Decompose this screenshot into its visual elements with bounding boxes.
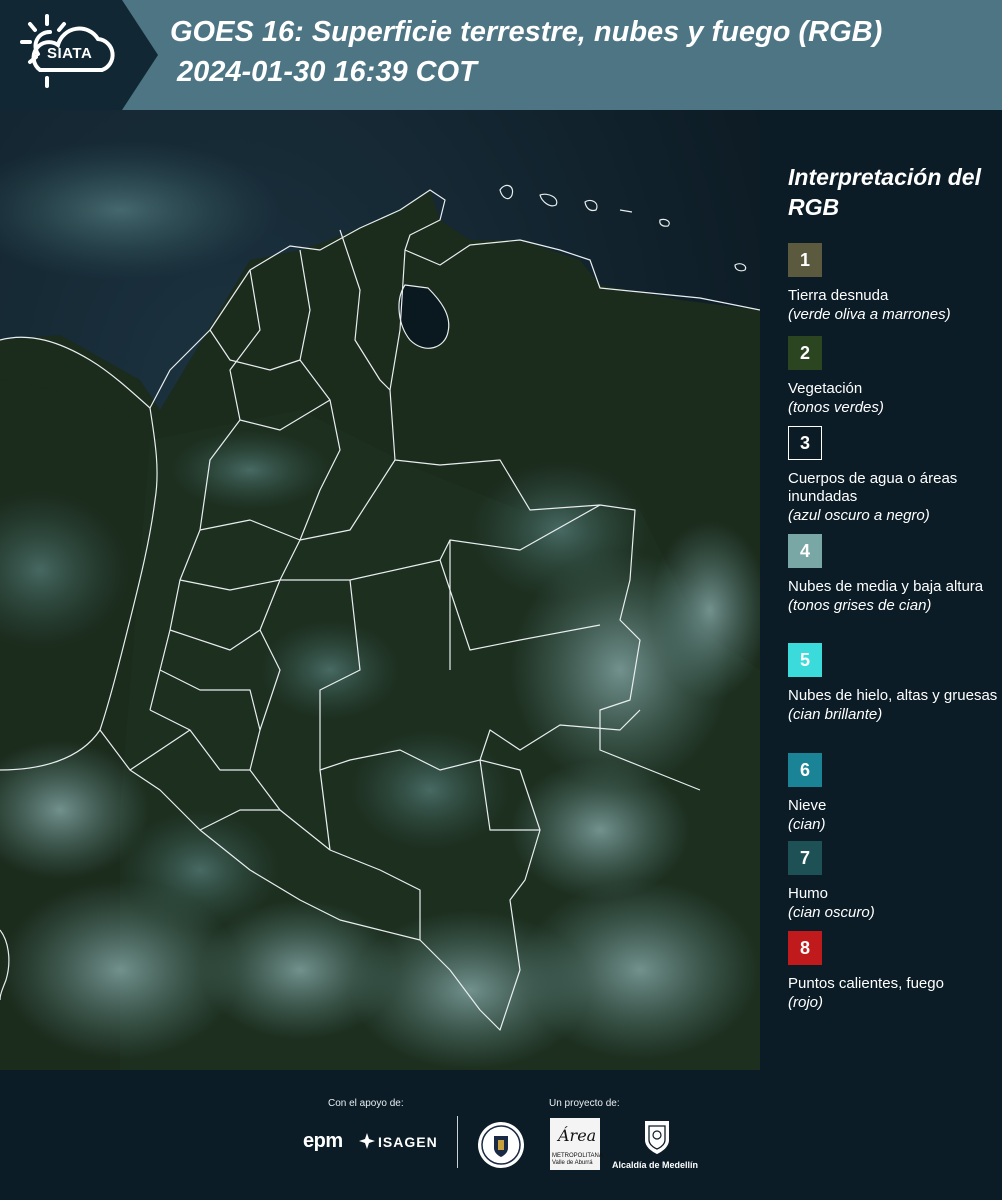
legend-desc: (tonos verdes) <box>788 399 884 416</box>
area-logo-subtitle: METROPOLITANA Valle de Aburrá <box>552 1153 603 1166</box>
legend-label: Puntos calientes, fuego <box>788 975 944 992</box>
legend-number: 3 <box>799 432 810 453</box>
legend-swatch-3: 3 <box>788 426 822 460</box>
legend-label: Nieve <box>788 797 827 814</box>
legend-desc: (rojo) <box>788 994 824 1011</box>
legend-label: Vegetación <box>788 380 863 397</box>
legend-title: Interpretación del RGB <box>788 164 981 220</box>
isagen-star-icon <box>359 1133 375 1149</box>
area-metropolitana-logo: Área METROPOLITANA Valle de Aburrá <box>550 1118 603 1170</box>
legend-number: 8 <box>799 937 810 958</box>
legend-swatch-4: 4 <box>788 534 822 568</box>
legend-label: Humo <box>788 885 829 902</box>
legend-desc: (verde oliva a marrones) <box>788 306 951 323</box>
legend-swatch-1: 1 <box>788 243 822 277</box>
legend-desc: (cian oscuro) <box>788 904 875 921</box>
legend-desc: (cian) <box>788 816 826 833</box>
footer-divider <box>457 1116 458 1168</box>
legend-number: 6 <box>799 759 810 780</box>
legend-swatch-7: 7 <box>788 841 822 875</box>
legend-number: 2 <box>799 342 810 363</box>
legend-item-1: 1 Tierra desnuda (verde oliva a marrones… <box>788 243 998 324</box>
legend-item-4: 4 Nubes de media y baja altura (tonos gr… <box>788 534 998 615</box>
legend-label: Cuerpos de agua o áreas inundadas <box>788 470 958 505</box>
footer-bar: Con el apoyo de: Un proyecto de: epm ISA… <box>0 1070 1002 1200</box>
legend-number: 5 <box>799 649 810 670</box>
support-label: Con el apoyo de: <box>328 1098 404 1109</box>
project-label: Un proyecto de: <box>549 1098 620 1109</box>
legend-swatch-8: 8 <box>788 931 822 965</box>
legend-swatch-5: 5 <box>788 643 822 677</box>
siata-logo-text: SIATA <box>47 45 93 62</box>
legend-desc: (azul oscuro a negro) <box>788 507 930 524</box>
legend-desc: (tonos grises de cian) <box>788 597 932 614</box>
legend-item-5: 5 Nubes de hielo, altas y gruesas (cian … <box>788 643 998 724</box>
isagen-logo: ISAGEN <box>378 1134 438 1150</box>
legend-label: Nubes de media y baja altura <box>788 578 984 595</box>
legend-label: Tierra desnuda <box>788 287 889 304</box>
legend-item-6: 6 Nieve (cian) <box>788 753 998 834</box>
satellite-image <box>0 110 760 1070</box>
legend-desc: (cian brillante) <box>788 706 883 723</box>
legend-item-3: 3 Cuerpos de agua o áreas inundadas (azu… <box>788 426 998 525</box>
header-bar: SIATA GOES 16: Superficie terrestre, nub… <box>0 0 1002 110</box>
legend-item-7: 7 Humo (cian oscuro) <box>788 841 998 922</box>
page-title: GOES 16: Superficie terrestre, nubes y f… <box>170 16 883 48</box>
legend-item-2: 2 Vegetación (tonos verdes) <box>788 336 998 417</box>
university-seal-icon <box>478 1122 524 1168</box>
epm-logo: epm <box>303 1130 343 1152</box>
legend-number: 1 <box>799 249 810 270</box>
legend-item-8: 8 Puntos calientes, fuego (rojo) <box>788 931 998 1012</box>
page-timestamp: 2024-01-30 16:39 COT <box>177 56 477 88</box>
legend-swatch-2: 2 <box>788 336 822 370</box>
legend-swatch-6: 6 <box>788 753 822 787</box>
area-logo-word: Área <box>558 1126 597 1145</box>
legend-panel: Interpretación del RGB 1 Tierra desnuda … <box>760 110 1002 1070</box>
medellin-coat-of-arms-icon <box>645 1121 669 1154</box>
siata-logo: SIATA <box>0 0 158 110</box>
satellite-map <box>0 110 760 1070</box>
legend-label: Nubes de hielo, altas y gruesas <box>788 687 998 704</box>
alcaldia-label: Alcaldía de Medellín <box>612 1160 699 1170</box>
legend-number: 4 <box>799 540 810 561</box>
legend-number: 7 <box>799 847 810 868</box>
